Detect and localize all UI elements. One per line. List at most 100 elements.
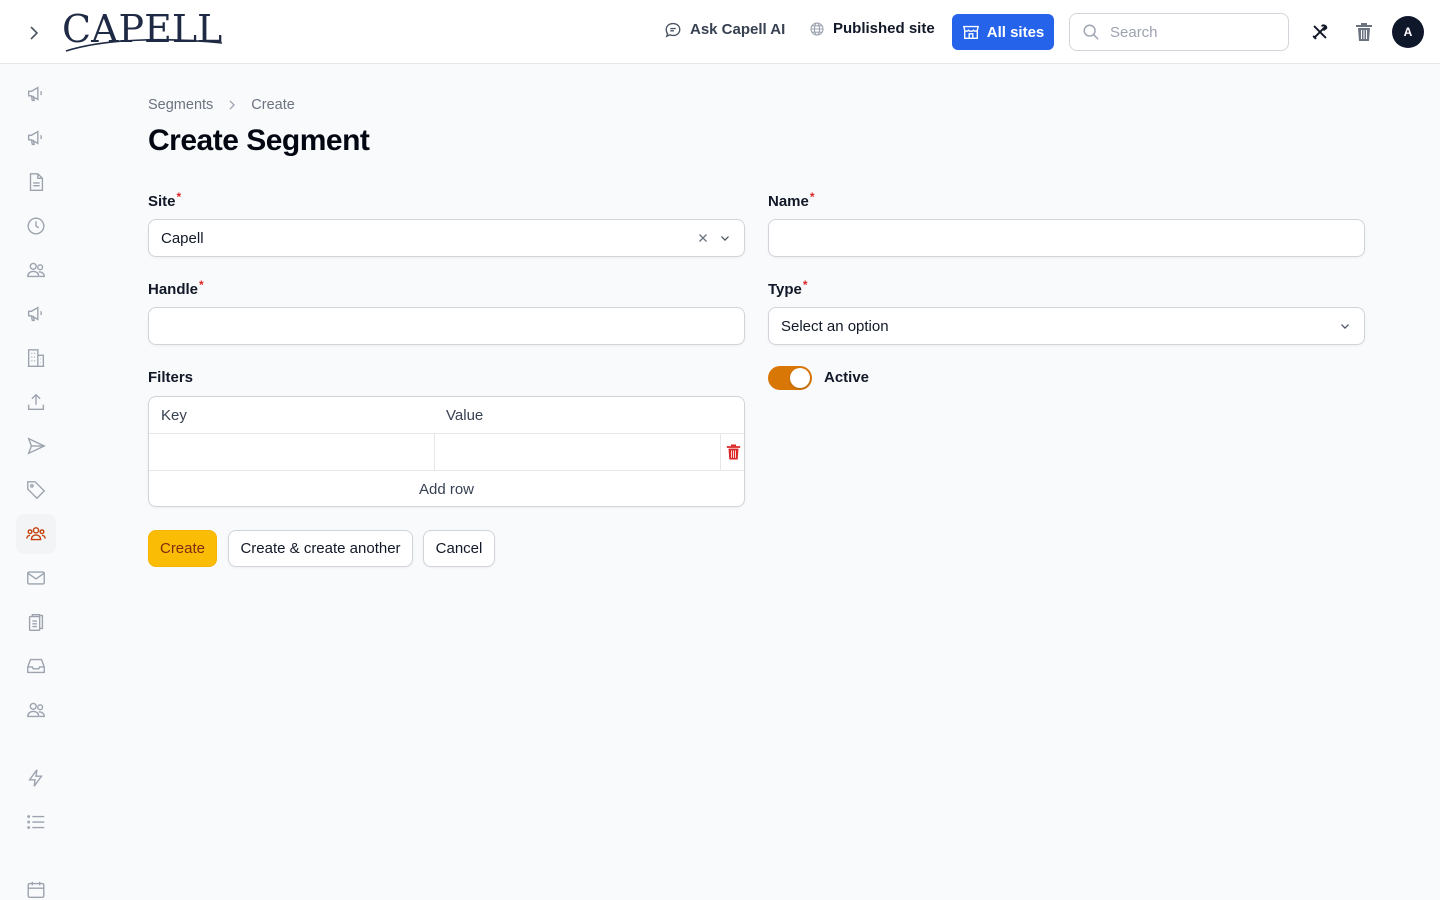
all-sites-button[interactable]: All sites	[952, 14, 1054, 50]
logo-swoosh-icon	[65, 38, 223, 52]
table-row	[149, 434, 744, 471]
ask-ai-button[interactable]: Ask Capell AI	[664, 20, 785, 38]
handle-label: Handle*	[148, 278, 204, 298]
chevron-down-icon	[721, 236, 729, 241]
inbox-icon	[27, 658, 45, 674]
bolt-icon	[28, 769, 43, 787]
required-marker: *	[809, 190, 815, 204]
sidebar-item-lists[interactable]	[16, 802, 56, 842]
sidebar-toggle-button[interactable]	[18, 18, 48, 48]
tools-button[interactable]	[1308, 20, 1332, 44]
global-search[interactable]	[1069, 13, 1289, 51]
search-input[interactable]	[1110, 23, 1260, 41]
sidebar-item-team[interactable]	[16, 690, 56, 730]
sidebar-item-calendar[interactable]	[16, 870, 56, 900]
sidebar-item-users[interactable]	[16, 250, 56, 290]
type-select-placeholder: Select an option	[781, 317, 889, 335]
toggle-knob	[790, 368, 810, 388]
list-icon	[27, 815, 45, 829]
send-icon	[27, 437, 46, 455]
filters-label: Filters	[148, 369, 194, 386]
breadcrumb-segments-link[interactable]: Segments	[148, 97, 213, 113]
sidebar-item-announcements[interactable]	[16, 118, 56, 158]
page-title: Create Segment	[148, 124, 370, 157]
required-marker: *	[802, 278, 808, 292]
type-label: Type*	[768, 278, 808, 298]
megaphone-icon	[27, 306, 42, 322]
breadcrumb-current: Create	[251, 97, 295, 113]
chevron-right-icon	[229, 100, 236, 110]
sidebar-item-uploads[interactable]	[16, 382, 56, 422]
sidebar-item-tags[interactable]	[16, 470, 56, 510]
sidebar-item-history[interactable]	[16, 206, 56, 246]
document-icon	[29, 173, 44, 191]
create-button[interactable]: Create	[148, 530, 217, 567]
name-input[interactable]	[768, 219, 1365, 257]
avatar-initial: A	[1403, 25, 1413, 39]
type-label-text: Type	[768, 281, 802, 298]
handle-label-text: Handle	[148, 281, 199, 298]
user-avatar[interactable]: A	[1392, 16, 1424, 48]
building-icon	[27, 349, 45, 367]
type-select[interactable]: Select an option	[768, 307, 1365, 345]
trash-icon	[726, 444, 740, 460]
column-header-key: Key	[161, 407, 187, 424]
top-bar: CAPELL Ask Capell AI Published site All …	[0, 0, 1440, 64]
create-another-button[interactable]: Create & create another	[228, 530, 413, 567]
site-label: Site*	[148, 190, 182, 210]
name-label: Name*	[768, 190, 815, 210]
chevron-right-icon	[30, 26, 39, 40]
upload-icon	[27, 393, 45, 411]
column-header-value: Value	[446, 407, 484, 424]
users-icon	[27, 702, 45, 718]
all-sites-label: All sites	[986, 23, 1045, 41]
sidebar-item-send[interactable]	[16, 426, 56, 466]
column-divider	[720, 434, 721, 470]
sidebar-item-organizations[interactable]	[16, 338, 56, 378]
chat-bubble-icon	[665, 22, 681, 38]
sidebar-item-mail[interactable]	[16, 558, 56, 598]
active-label: Active	[824, 369, 870, 386]
chevron-down-icon	[1341, 324, 1349, 329]
delete-row-button[interactable]	[724, 442, 742, 462]
wrench-screwdriver-icon	[1312, 24, 1328, 40]
sidebar-item-inbox[interactable]	[16, 646, 56, 686]
globe-icon	[810, 21, 824, 36]
handle-input[interactable]	[148, 307, 745, 345]
filter-key-input[interactable]	[149, 434, 434, 470]
breadcrumb: Segments Create	[148, 97, 295, 113]
published-site-label: Published site	[833, 20, 935, 37]
site-select[interactable]: Capell	[148, 219, 745, 257]
sidebar-item-campaigns[interactable]	[16, 74, 56, 114]
filters-table-header: Key Value	[149, 397, 744, 434]
calendar-icon	[27, 881, 45, 899]
required-marker: *	[176, 190, 182, 204]
capell-logo[interactable]: CAPELL	[62, 9, 222, 53]
name-label-text: Name	[768, 193, 809, 210]
active-toggle[interactable]	[768, 366, 812, 390]
tag-icon	[27, 481, 46, 500]
clock-icon	[27, 217, 45, 235]
users-icon	[27, 262, 45, 278]
clear-x-icon[interactable]	[696, 231, 710, 245]
storefront-icon	[962, 25, 979, 39]
cancel-button[interactable]: Cancel	[423, 530, 495, 567]
filter-value-input[interactable]	[435, 434, 720, 470]
megaphone-icon	[27, 86, 42, 102]
sidebar	[0, 65, 72, 900]
search-icon	[1083, 24, 1099, 40]
ask-ai-label: Ask Capell AI	[690, 20, 786, 38]
user-group-icon	[26, 527, 46, 541]
sidebar-item-automations[interactable]	[16, 758, 56, 798]
published-site-link[interactable]: Published site	[809, 20, 935, 37]
sidebar-item-segments[interactable]	[16, 514, 56, 554]
add-row-button[interactable]: Add row	[149, 471, 744, 506]
megaphone-icon	[27, 130, 42, 146]
sidebar-item-pages[interactable]	[16, 162, 56, 202]
clipboard-icon	[28, 613, 44, 631]
sidebar-item-forms[interactable]	[16, 602, 56, 642]
site-label-text: Site	[148, 193, 176, 210]
trash-button[interactable]	[1352, 20, 1376, 44]
trash-icon	[1356, 23, 1372, 41]
sidebar-item-marketing[interactable]	[16, 294, 56, 334]
